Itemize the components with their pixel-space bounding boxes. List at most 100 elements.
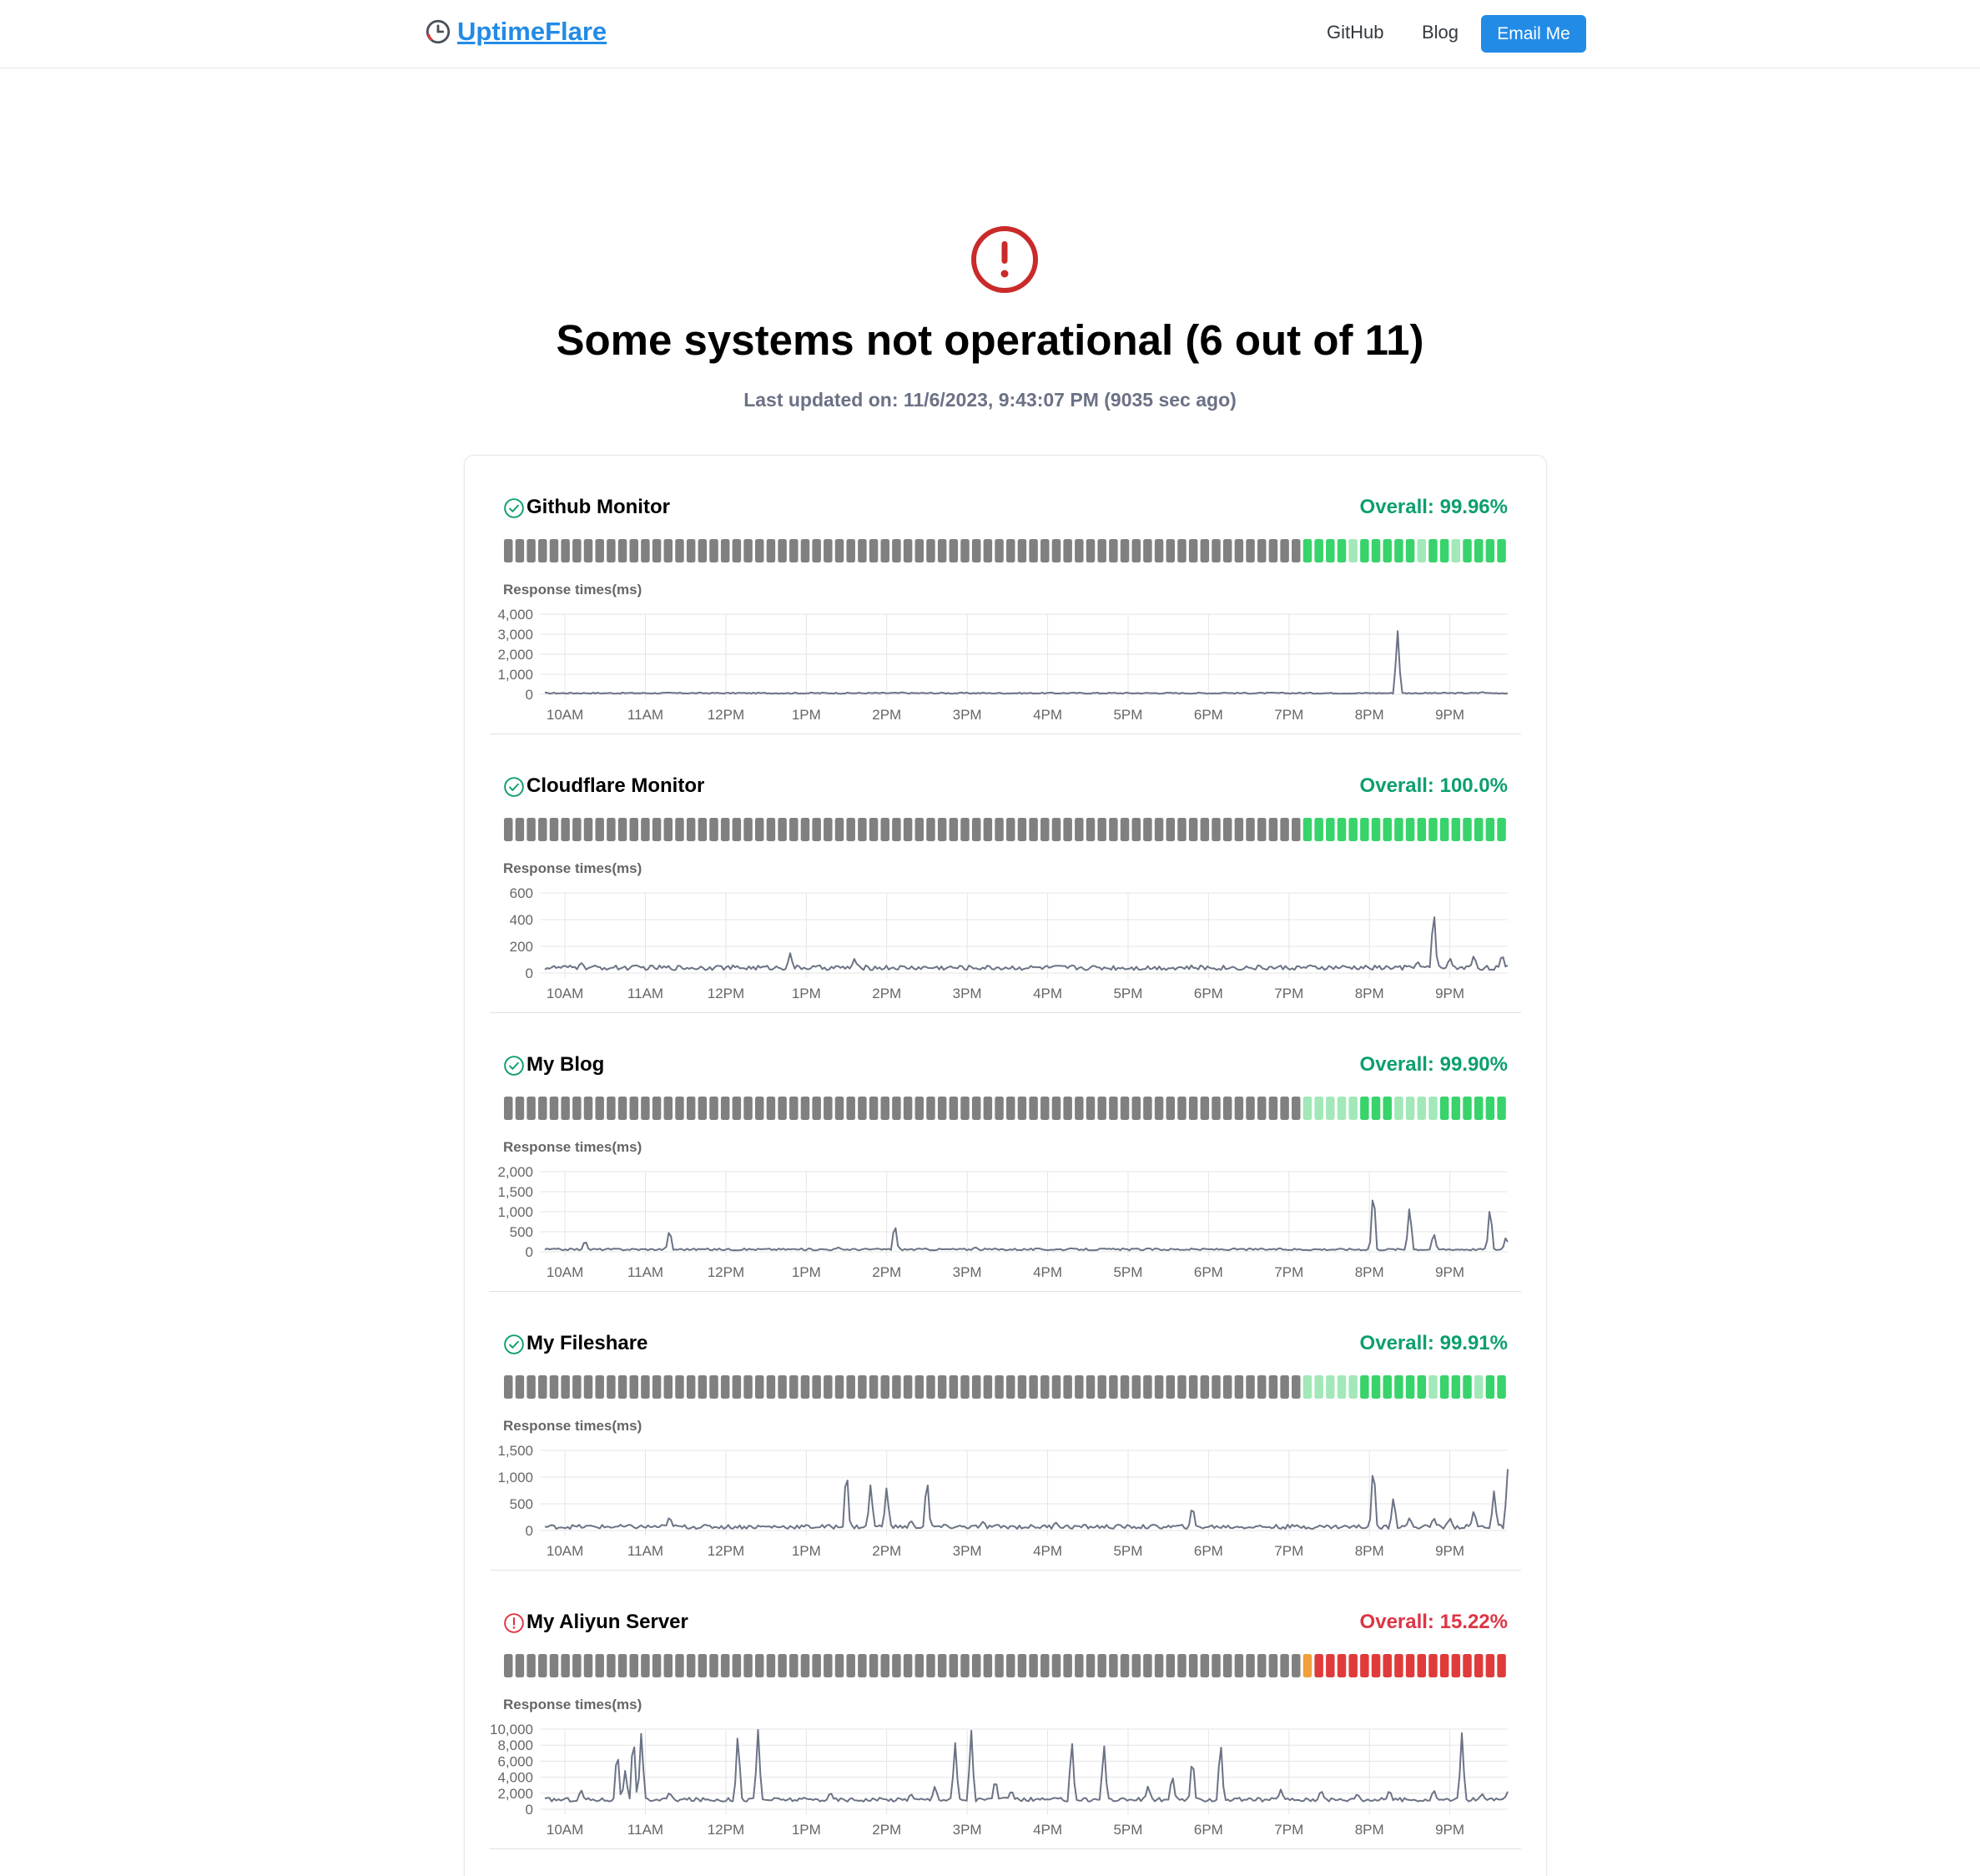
uptime-bar[interactable] (914, 1097, 925, 1120)
uptime-bar[interactable] (1040, 818, 1050, 841)
uptime-bar[interactable] (995, 1375, 1004, 1399)
uptime-bar[interactable] (880, 539, 889, 562)
uptime-bar[interactable] (824, 1375, 833, 1399)
uptime-bars[interactable] (503, 816, 1508, 843)
uptime-bar[interactable] (834, 1654, 844, 1677)
uptime-bar[interactable] (1417, 1097, 1427, 1120)
uptime-bar[interactable] (755, 1654, 764, 1677)
uptime-bar[interactable] (1246, 539, 1255, 562)
uptime-bar[interactable] (629, 1375, 638, 1399)
uptime-bar[interactable] (1029, 1654, 1038, 1677)
uptime-bar[interactable] (549, 818, 559, 841)
uptime-bar[interactable] (1188, 1375, 1198, 1399)
uptime-bar[interactable] (1371, 818, 1381, 841)
uptime-bar[interactable] (983, 1654, 993, 1677)
uptime-bar[interactable] (949, 1097, 959, 1120)
uptime-bar[interactable] (1314, 1654, 1323, 1677)
uptime-bar[interactable] (1040, 1375, 1050, 1399)
uptime-bar[interactable] (892, 1375, 901, 1399)
uptime-bar[interactable] (960, 1654, 970, 1677)
uptime-bar[interactable] (515, 1654, 525, 1677)
uptime-bar[interactable] (1451, 539, 1461, 562)
uptime-bar[interactable] (914, 818, 925, 841)
uptime-bar[interactable] (709, 818, 718, 841)
uptime-bar[interactable] (1097, 1097, 1106, 1120)
uptime-bar[interactable] (629, 818, 638, 841)
uptime-bar[interactable] (607, 1654, 616, 1677)
uptime-bar[interactable] (743, 1654, 753, 1677)
uptime-bar[interactable] (686, 1654, 696, 1677)
uptime-bar[interactable] (892, 818, 901, 841)
uptime-bar[interactable] (698, 1097, 708, 1120)
uptime-bar[interactable] (926, 1654, 935, 1677)
uptime-bar[interactable] (1417, 818, 1427, 841)
uptime-bar[interactable] (1314, 1097, 1323, 1120)
uptime-bar[interactable] (675, 818, 684, 841)
uptime-bar[interactable] (652, 1097, 662, 1120)
uptime-bar[interactable] (641, 1097, 650, 1120)
uptime-bar[interactable] (1097, 539, 1106, 562)
uptime-bar[interactable] (892, 1097, 901, 1120)
uptime-bar[interactable] (1177, 1375, 1186, 1399)
uptime-bar[interactable] (869, 1097, 879, 1120)
uptime-bar[interactable] (1006, 1654, 1015, 1677)
uptime-bar[interactable] (971, 1654, 981, 1677)
uptime-bar[interactable] (995, 1654, 1004, 1677)
uptime-bar[interactable] (1131, 1375, 1141, 1399)
uptime-bar[interactable] (1280, 818, 1289, 841)
uptime-bar[interactable] (583, 539, 593, 562)
uptime-bar[interactable] (766, 539, 776, 562)
uptime-bar[interactable] (1188, 818, 1198, 841)
uptime-bar[interactable] (1109, 818, 1118, 841)
uptime-bar[interactable] (800, 1097, 810, 1120)
uptime-bar[interactable] (1177, 1097, 1186, 1120)
uptime-bar[interactable] (504, 539, 513, 562)
uptime-bar[interactable] (1463, 1375, 1472, 1399)
uptime-bar[interactable] (983, 539, 993, 562)
uptime-bar[interactable] (937, 1375, 947, 1399)
uptime-bar[interactable] (698, 818, 708, 841)
uptime-bar[interactable] (1485, 539, 1495, 562)
uptime-bar[interactable] (1200, 539, 1210, 562)
uptime-bar[interactable] (858, 1654, 867, 1677)
uptime-bar[interactable] (732, 539, 742, 562)
uptime-bar[interactable] (914, 1654, 925, 1677)
uptime-bar[interactable] (1417, 1375, 1427, 1399)
uptime-bar[interactable] (583, 1097, 593, 1120)
uptime-bar[interactable] (869, 1654, 879, 1677)
uptime-bar[interactable] (1063, 539, 1072, 562)
logo-link[interactable]: UptimeFlare (424, 17, 607, 47)
uptime-bar[interactable] (1040, 539, 1050, 562)
uptime-bar[interactable] (937, 539, 947, 562)
uptime-bar[interactable] (1383, 1097, 1392, 1120)
uptime-bar[interactable] (1246, 1097, 1255, 1120)
uptime-bar[interactable] (1439, 539, 1449, 562)
uptime-bar[interactable] (1177, 818, 1186, 841)
uptime-bar[interactable] (869, 539, 879, 562)
uptime-bar[interactable] (572, 818, 582, 841)
uptime-bar[interactable] (1017, 818, 1027, 841)
uptime-bar[interactable] (812, 1375, 821, 1399)
uptime-bar[interactable] (663, 818, 673, 841)
uptime-bar[interactable] (572, 1097, 582, 1120)
uptime-bar[interactable] (1120, 1654, 1130, 1677)
uptime-bar[interactable] (1474, 1375, 1484, 1399)
uptime-bar[interactable] (1051, 1097, 1061, 1120)
uptime-bar[interactable] (709, 539, 718, 562)
uptime-bar[interactable] (869, 818, 879, 841)
uptime-bar[interactable] (1086, 539, 1096, 562)
uptime-bar[interactable] (561, 1654, 570, 1677)
uptime-bar[interactable] (549, 1097, 559, 1120)
uptime-bar[interactable] (824, 539, 833, 562)
uptime-bar[interactable] (1326, 1654, 1335, 1677)
uptime-bar[interactable] (846, 1097, 855, 1120)
uptime-bar[interactable] (1063, 1654, 1072, 1677)
uptime-bar[interactable] (834, 539, 844, 562)
uptime-bar[interactable] (1131, 1097, 1141, 1120)
uptime-bar[interactable] (755, 1097, 764, 1120)
uptime-bar[interactable] (1234, 818, 1244, 841)
uptime-bar[interactable] (641, 539, 650, 562)
uptime-bar[interactable] (949, 1654, 959, 1677)
uptime-bar[interactable] (1268, 1654, 1278, 1677)
uptime-bar[interactable] (1497, 1097, 1506, 1120)
